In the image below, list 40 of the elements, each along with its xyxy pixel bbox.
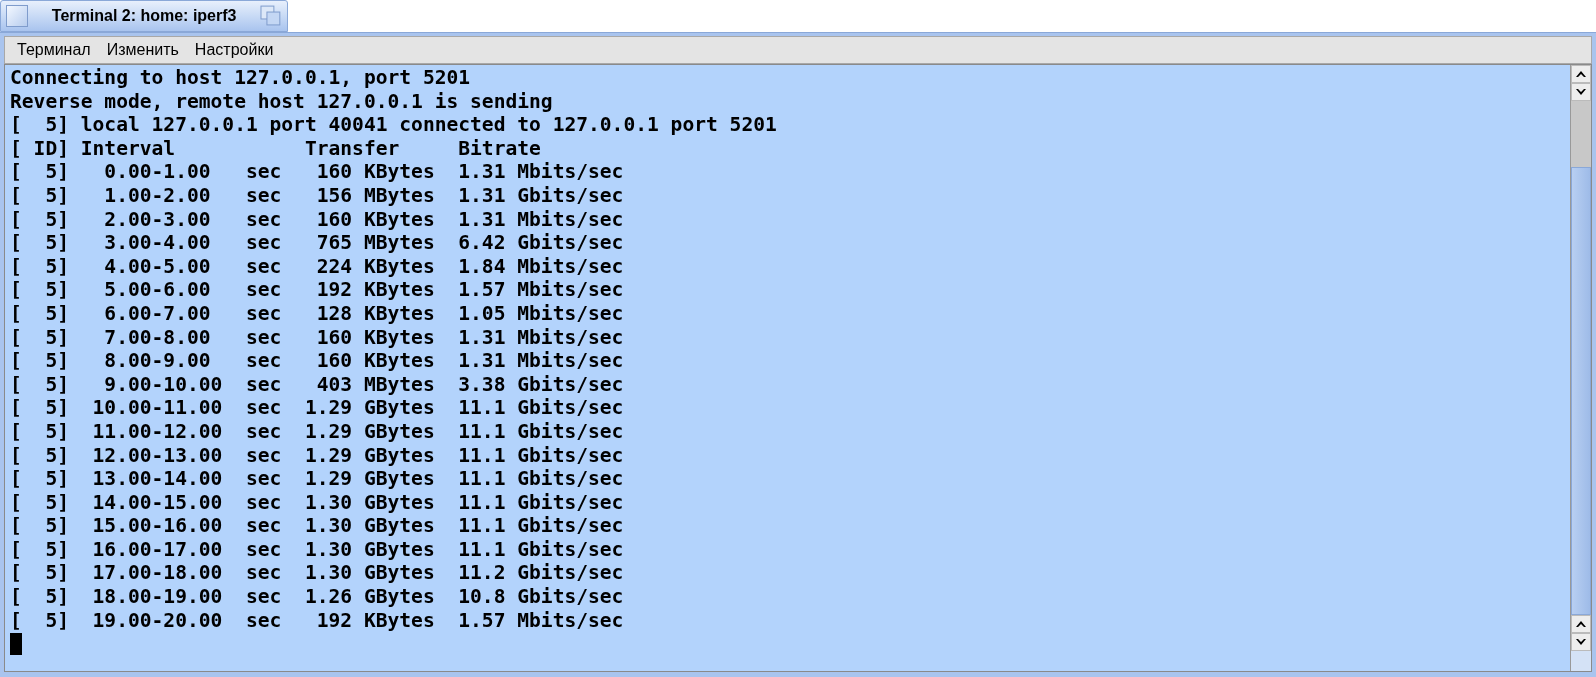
terminal-line: [ 5] 4.00-5.00 sec 224 KBytes 1.84 Mbits/sec: [10, 254, 624, 279]
menu-item[interactable]: Изменить: [100, 38, 185, 62]
terminal-line: [ 5] 9.00-10.00 sec 403 MBytes 3.38 Gbits/sec: [10, 372, 624, 397]
terminal-line: [ 5] 16.00-17.00 sec 1.30 GBytes 11.1 Gbits/sec: [10, 537, 624, 562]
terminal-line: [ 5] 8.00-9.00 sec 160 KBytes 1.31 Mbits/sec: [10, 349, 624, 373]
menu-item[interactable]: Терминал: [11, 38, 97, 62]
text-cursor: [10, 633, 22, 656]
terminal-line: [ 5] 15.00-16.00 sec 1.30 GBytes 11.1 Gbits/sec: [10, 514, 624, 538]
terminal-line: [ 5] 11.00-12.00 sec 1.29 GBytes 11.1 Gbits/sec: [10, 419, 624, 444]
terminal-line: [ 5] local 127.0.0.1 port 40041 connected to 127.0.0.1 port 5201: [10, 113, 777, 137]
down-arrow-icon: [1576, 638, 1586, 646]
terminal-line: [ 5] 12.00-13.00 sec 1.29 GBytes 11.1 Gbits/sec: [10, 443, 624, 468]
up-arrow-icon: [1576, 70, 1586, 78]
terminal-line: [ 5] 6.00-7.00 sec 128 KBytes 1.05 Mbits/sec: [10, 301, 624, 326]
terminal-line: Reverse mode, remote host 127.0.0.1 is sending: [10, 89, 553, 114]
terminal-line: Connecting to host 127.0.0.1, port 5201: [10, 66, 471, 90]
terminal-line: [ 5] 19.00-20.00 sec 192 KBytes 1.57 Mbits/sec: [10, 608, 624, 633]
scroll-down-button[interactable]: [1571, 83, 1591, 101]
terminal-line: [ 5] 5.00-6.00 sec 192 KBytes 1.57 Mbits/sec: [10, 278, 624, 302]
terminal-line: [ 5] 1.00-2.00 sec 156 MBytes 1.31 Gbits/sec: [10, 183, 624, 208]
terminal-line: [ 5] 2.00-3.00 sec 160 KBytes 1.31 Mbits/sec: [10, 207, 624, 232]
scroll-down-button[interactable]: [1571, 633, 1591, 651]
resize-grip[interactable]: [1571, 651, 1591, 671]
terminal-line: [ 5] 18.00-19.00 sec 1.26 GBytes 10.8 Gbits/sec: [10, 585, 624, 609]
terminal-line: [ 5] 17.00-18.00 sec 1.30 GBytes 11.2 Gbits/sec: [10, 561, 624, 586]
window-title: Terminal 2: home: iperf3: [51, 6, 238, 26]
scroll-up-button[interactable]: [1571, 615, 1591, 633]
terminal-line: [ 5] 10.00-11.00 sec 1.29 GBytes 11.1 Gbits/sec: [10, 396, 624, 420]
up-arrow-icon: [1576, 620, 1586, 628]
terminal-line: [ 5] 7.00-8.00 sec 160 KBytes 1.31 Mbits/sec: [10, 325, 624, 350]
scroll-up-button[interactable]: [1571, 65, 1591, 83]
scrollbar[interactable]: [1570, 65, 1591, 671]
down-arrow-icon: [1576, 88, 1586, 96]
terminal-line: [ 5] 13.00-14.00 sec 1.29 GBytes 11.1 Gbits/sec: [10, 467, 624, 491]
scroll-thumb[interactable]: [1571, 167, 1591, 615]
terminal-line: [ 5] 0.00-1.00 sec 160 KBytes 1.31 Mbits/sec: [10, 160, 624, 184]
terminal-line: [ 5] 14.00-15.00 sec 1.30 GBytes 11.1 Gbits/sec: [10, 490, 624, 515]
menu-item[interactable]: Настройки: [188, 38, 280, 62]
terminal-line: [ ID] Interval Transfer Bitrate: [10, 136, 541, 161]
terminal-line: [ 5] 3.00-4.00 sec 765 MBytes 6.42 Gbits/sec: [10, 231, 624, 255]
